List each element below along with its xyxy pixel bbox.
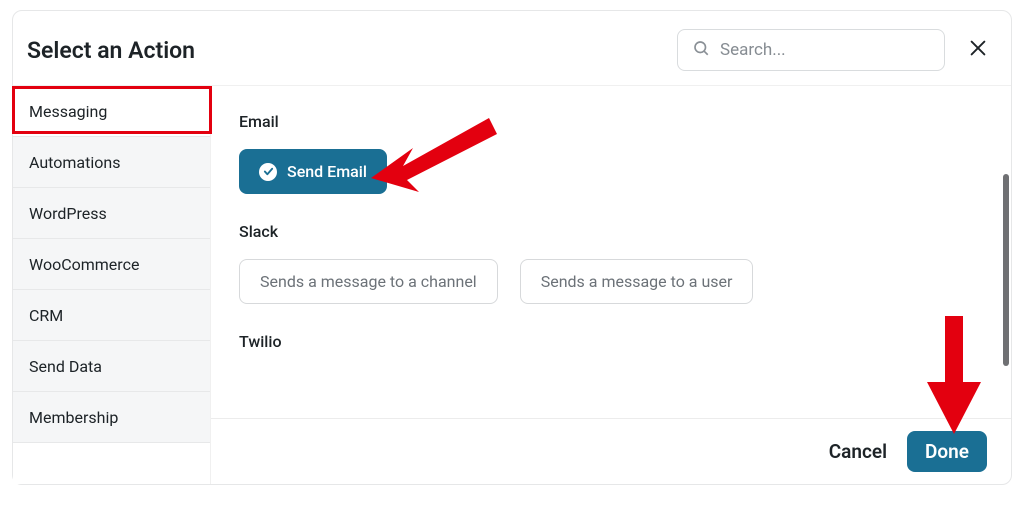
header-right bbox=[677, 29, 989, 71]
action-label: Sends a message to a channel bbox=[260, 272, 477, 291]
done-button[interactable]: Done bbox=[907, 431, 987, 472]
sidebar-item-label: WordPress bbox=[29, 204, 107, 223]
action-row: Send Email bbox=[239, 149, 983, 194]
search-input[interactable] bbox=[720, 40, 942, 60]
section-title-twilio: Twilio bbox=[239, 332, 983, 351]
sidebar-item-label: CRM bbox=[29, 306, 63, 325]
action-modal: Select an Action Messaging Automations W… bbox=[12, 10, 1012, 485]
sidebar-item-automations[interactable]: Automations bbox=[13, 137, 210, 188]
sidebar-item-label: Automations bbox=[29, 153, 120, 172]
action-label: Send Email bbox=[287, 162, 367, 181]
action-send-email[interactable]: Send Email bbox=[239, 149, 387, 194]
sidebar-item-wordpress[interactable]: WordPress bbox=[13, 188, 210, 239]
check-icon bbox=[259, 163, 277, 181]
modal-header: Select an Action bbox=[13, 11, 1011, 85]
action-slack-user[interactable]: Sends a message to a user bbox=[520, 259, 754, 304]
section-title-email: Email bbox=[239, 112, 983, 131]
modal-body: Messaging Automations WordPress WooComme… bbox=[13, 85, 1011, 484]
action-list: Email Send Email Slack Sends a message t… bbox=[211, 86, 1011, 418]
modal-title: Select an Action bbox=[27, 37, 195, 64]
sidebar-item-label: Send Data bbox=[29, 357, 102, 376]
category-sidebar: Messaging Automations WordPress WooComme… bbox=[13, 86, 211, 484]
sidebar-item-label: WooCommerce bbox=[29, 255, 139, 274]
section-title-slack: Slack bbox=[239, 222, 983, 241]
action-slack-channel[interactable]: Sends a message to a channel bbox=[239, 259, 498, 304]
sidebar-item-label: Messaging bbox=[29, 102, 107, 121]
close-icon[interactable] bbox=[967, 37, 989, 63]
sidebar-item-label: Membership bbox=[29, 408, 118, 427]
sidebar-item-messaging[interactable]: Messaging bbox=[13, 86, 210, 137]
sidebar-item-woocommerce[interactable]: WooCommerce bbox=[13, 239, 210, 290]
action-row: Sends a message to a channel Sends a mes… bbox=[239, 259, 983, 304]
search-icon bbox=[692, 39, 710, 61]
cancel-button[interactable]: Cancel bbox=[829, 440, 887, 463]
content-wrap: Email Send Email Slack Sends a message t… bbox=[211, 86, 1011, 484]
sidebar-item-send-data[interactable]: Send Data bbox=[13, 341, 210, 392]
sidebar-item-membership[interactable]: Membership bbox=[13, 392, 210, 443]
search-box[interactable] bbox=[677, 29, 945, 71]
sidebar-item-crm[interactable]: CRM bbox=[13, 290, 210, 341]
action-label: Sends a message to a user bbox=[541, 272, 733, 291]
modal-footer: Cancel Done bbox=[211, 418, 1011, 484]
